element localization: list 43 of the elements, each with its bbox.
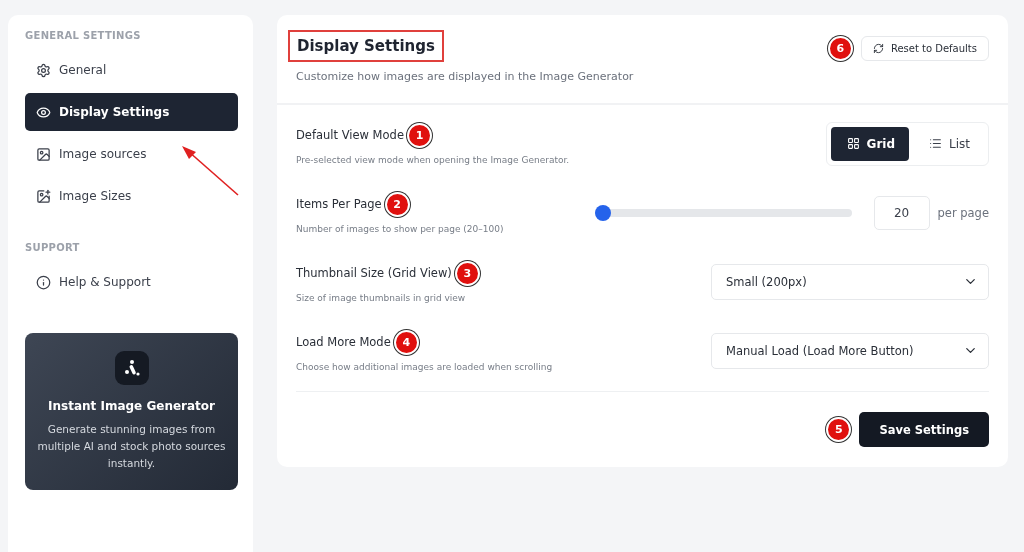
section-heading: SUPPORT: [25, 242, 81, 253]
reset-button[interactable]: Reset to Defaults: [860, 36, 989, 61]
setting-label: Thumbnail Size (Grid View): [296, 266, 452, 280]
unit-label: per page: [937, 205, 989, 220]
section-heading: GENERAL SETTINGS: [25, 30, 142, 41]
promo-text: Generate stunning images from multiple AI and stock photo sources instantly.: [37, 422, 226, 471]
sidebar-item[interactable]: Image Sizes: [25, 177, 238, 215]
callout-badge: 1: [406, 122, 432, 148]
callout-badge: 6: [827, 36, 853, 61]
dropdown-select[interactable]: Small (200px): [711, 263, 989, 300]
setting-description: Size of image thumbnails in grid view: [296, 292, 467, 303]
callout-badge: 4: [393, 329, 419, 355]
logo-icon: [114, 351, 149, 385]
sidebar-item[interactable]: General: [25, 51, 238, 89]
panel-title: Display Settings: [288, 30, 444, 62]
callout-badge: 5: [826, 417, 852, 442]
setting-description: Pre-selected view mode when opening the Image Generator.: [296, 154, 570, 165]
dropdown-select[interactable]: Manual Load (Load More Button): [711, 332, 989, 369]
view-mode-option[interactable]: Grid: [830, 126, 909, 161]
save-button[interactable]: Save Settings: [859, 412, 989, 447]
sidebar-item[interactable]: Image sources: [25, 135, 238, 173]
panel-subtitle: Customize how images are displayed in the Image Generator: [296, 70, 634, 83]
image-icon: [36, 146, 51, 162]
refresh-icon: [872, 43, 884, 54]
grid-icon: [846, 137, 860, 150]
view-mode-option[interactable]: List: [913, 126, 984, 161]
info-icon: [36, 274, 51, 290]
callout-badge: 2: [384, 191, 410, 217]
list-icon: [929, 137, 942, 150]
callout-badge: 3: [454, 260, 480, 286]
setting-description: Choose how additional images are loaded when scrolling: [296, 361, 553, 372]
promo-title: Instant Image Generator: [48, 399, 215, 413]
sidebar-item[interactable]: Display Settings: [25, 93, 238, 131]
sidebar-item[interactable]: Help & Support: [25, 263, 238, 301]
setting-label: Load More Mode: [296, 335, 391, 349]
setting-label: Default View Mode: [296, 128, 404, 142]
gear-icon: [36, 62, 51, 78]
setting-label: Items Per Page: [296, 197, 382, 211]
image-icon: [36, 188, 51, 204]
slider-thumb[interactable]: [594, 204, 611, 221]
number-field[interactable]: 20: [873, 195, 930, 230]
setting-description: Number of images to show per page (20–100): [296, 223, 504, 234]
eye-icon: [36, 104, 51, 120]
